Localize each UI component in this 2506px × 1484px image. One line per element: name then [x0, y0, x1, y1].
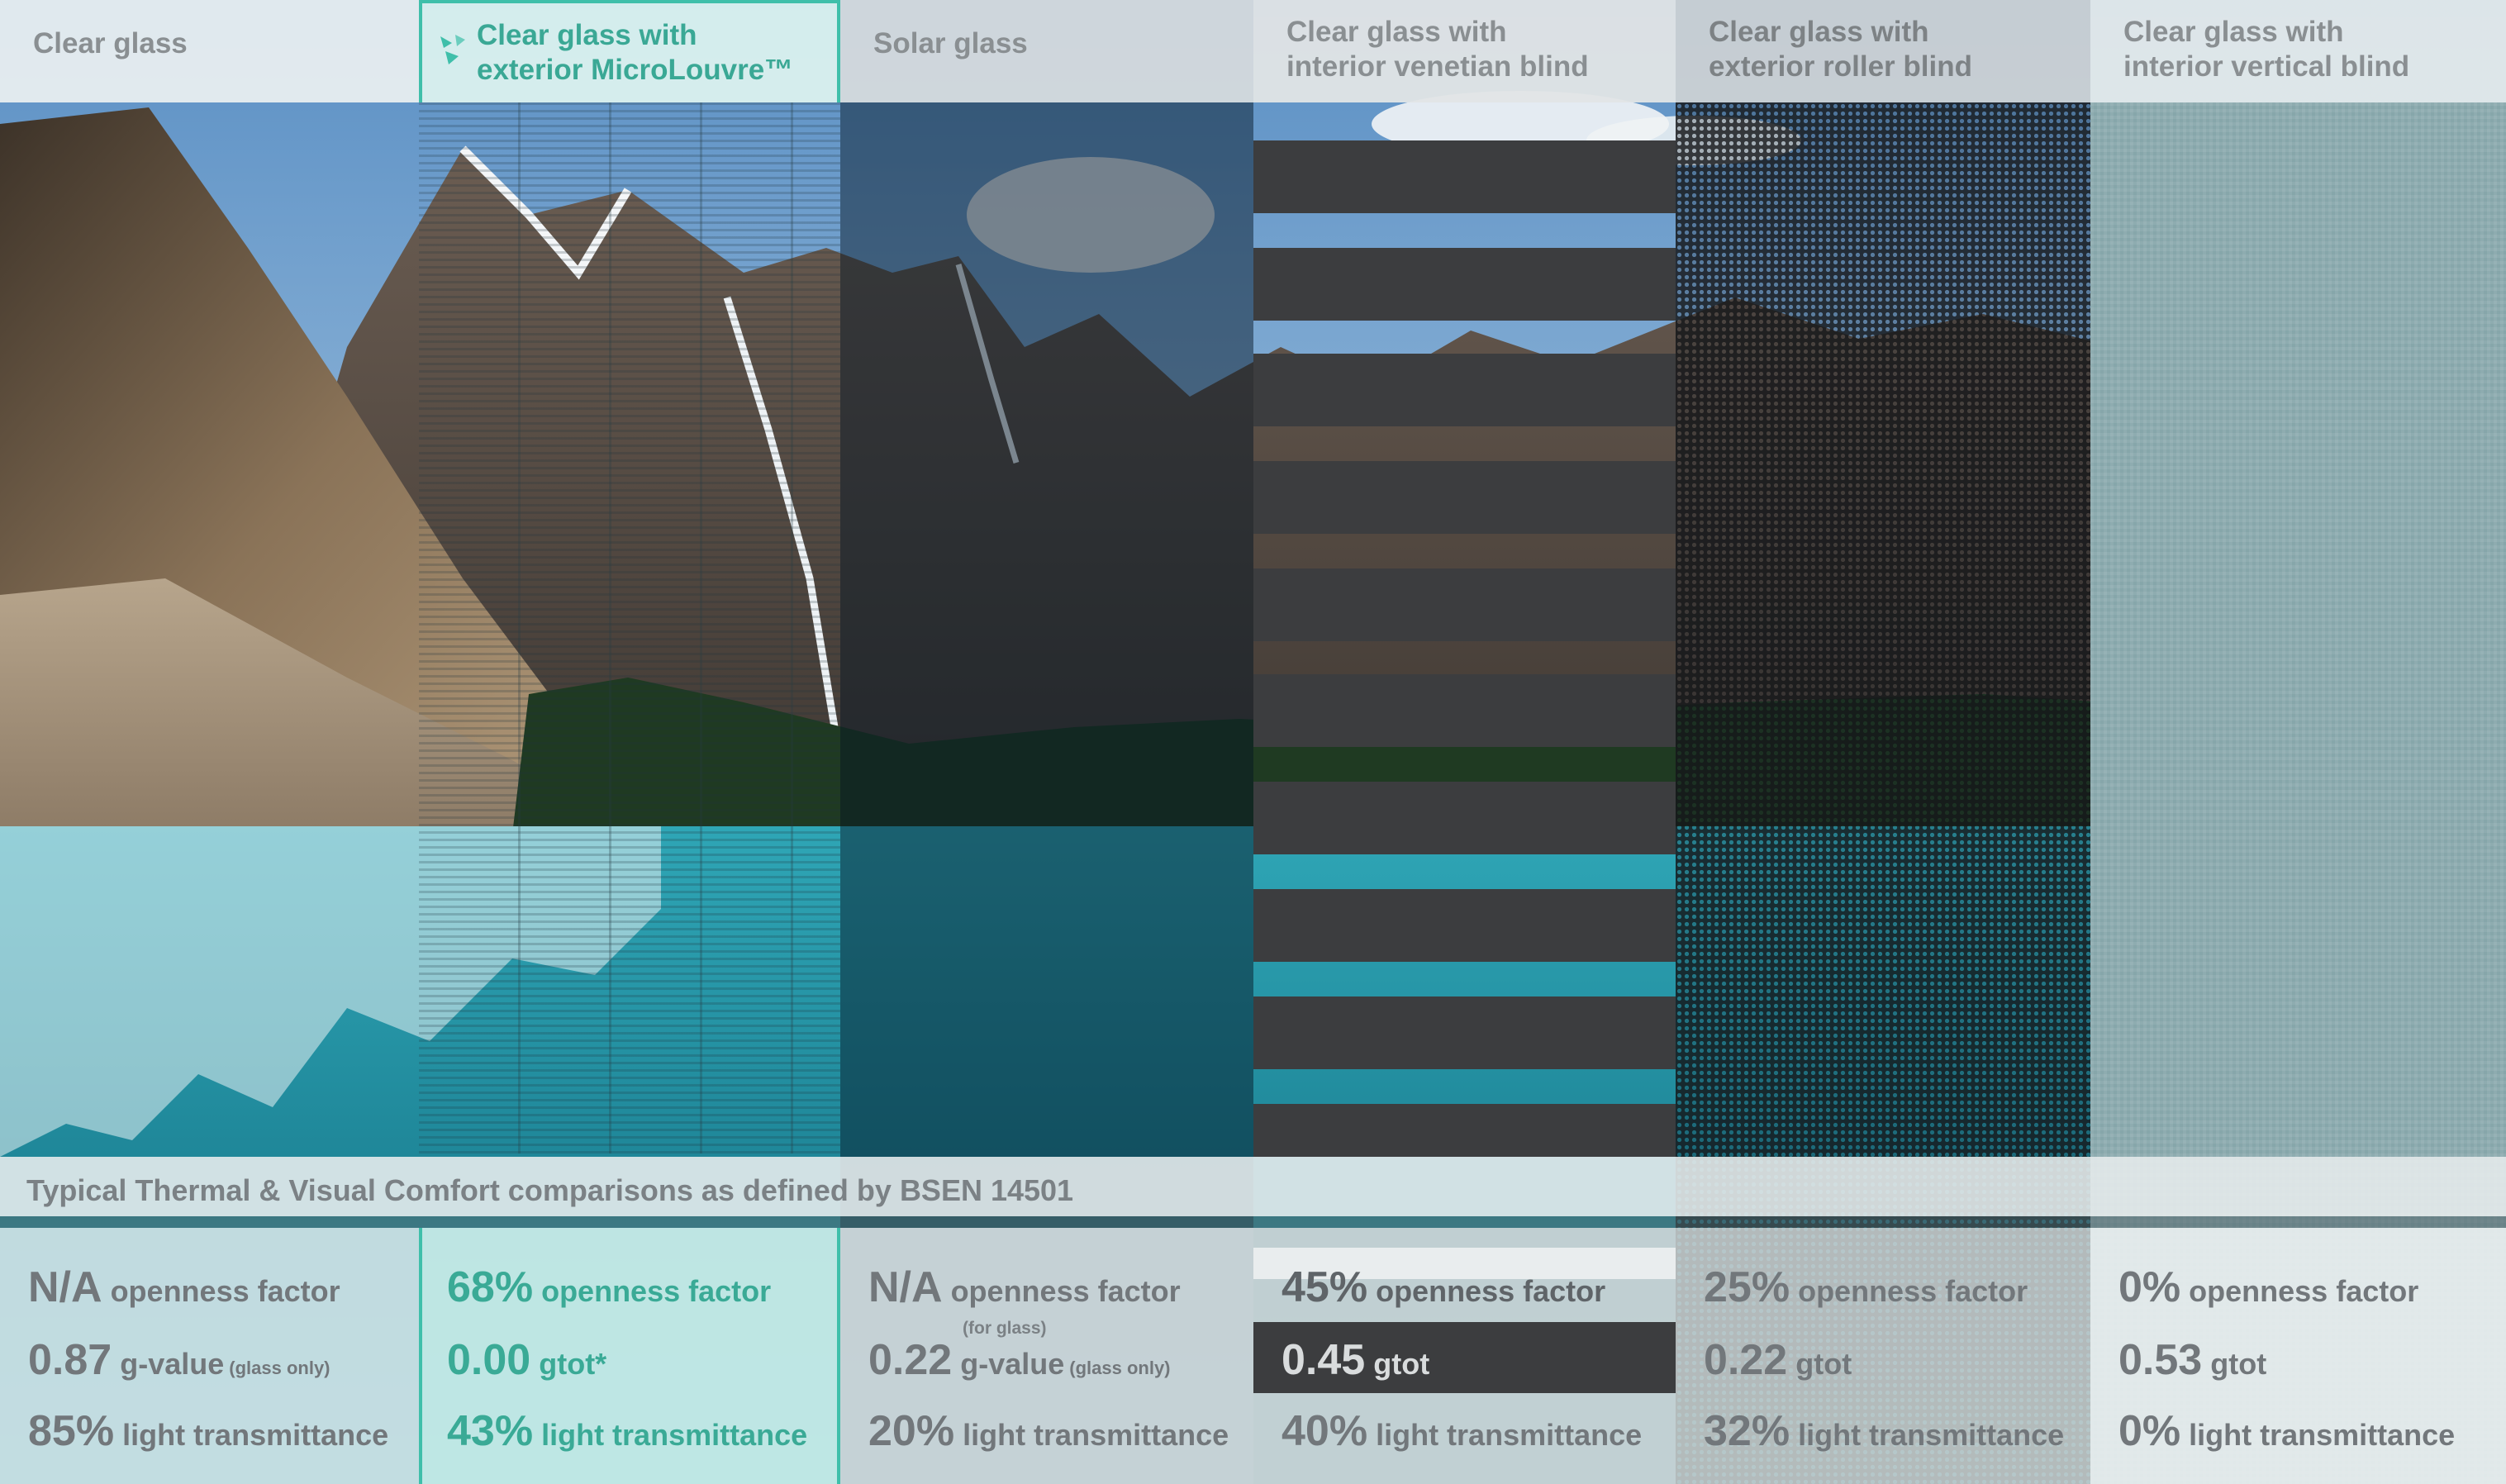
- panel-header: Clear glass with exterior roller blind: [1676, 0, 2090, 102]
- stat-light-transmittance: 85% light transmittance: [28, 1407, 389, 1455]
- panel-header: Clear glass: [0, 0, 419, 102]
- stat-gtot: 0.53 gtot: [2118, 1336, 2267, 1384]
- panel-vertical-blind: Clear glass with interior vertical blind…: [2090, 0, 2506, 1484]
- blind-slat: [1253, 461, 1676, 534]
- blind-slat: [1253, 996, 1676, 1069]
- panel-title-line-2: interior venetian blind: [1286, 50, 1589, 83]
- comparison-title: Typical Thermal & Visual Comfort compari…: [26, 1173, 1074, 1207]
- stat-light-transmittance: 43% light transmittance: [447, 1407, 808, 1455]
- stat-light-transmittance: 0% light transmittance: [2118, 1407, 2456, 1455]
- panel-clear-glass: Clear glass N/A openness factor 0.87 g-val…: [0, 0, 419, 1484]
- stat-light-transmittance: 40% light transmittance: [1282, 1407, 1643, 1455]
- panel-venetian-blind: Clear glass with interior venetian blind…: [1253, 0, 1676, 1484]
- microlouvre-mesh: [419, 102, 840, 1153]
- stat-openness: N/A openness factor: [28, 1263, 340, 1311]
- blind-slat: [1253, 140, 1676, 213]
- stat-openness: 45% openness factor: [1282, 1263, 1606, 1311]
- blind-slat: [1253, 568, 1676, 641]
- stat-g-value: 0.22 g-value (glass only): [868, 1336, 1171, 1384]
- panel-title-line-2: interior vertical blind: [2123, 50, 2410, 83]
- stat-gtot: 0.00 gtot*: [447, 1336, 607, 1384]
- stat-openness: 25% openness factor: [1704, 1263, 2028, 1311]
- comparison-graphic: Clear glass N/A openness factor 0.87 g-val…: [0, 0, 2506, 1484]
- stat-light-transmittance: 20% light transmittance: [868, 1407, 1229, 1455]
- panel-title-line-1: Clear glass with: [1709, 16, 1929, 48]
- blind-slat: [1253, 354, 1676, 426]
- panel-title-line-1: Clear glass with: [1286, 16, 1507, 48]
- band-divider: [0, 1216, 2506, 1228]
- stat-g-value: 0.87 g-value (glass only): [28, 1336, 330, 1384]
- blind-slat: [1253, 889, 1676, 962]
- panel-solar-glass: Solar glass N/A openness factor (for glas…: [840, 0, 1253, 1484]
- panel-microlouvre: Clear glass with exterior MicroLouvre™ 6…: [419, 0, 840, 1484]
- stat-openness: 68% openness factor: [447, 1263, 772, 1311]
- panel-header: Clear glass with exterior MicroLouvre™: [419, 0, 840, 102]
- blind-slat: [1253, 248, 1676, 321]
- panel-title-line-1: Clear glass with: [477, 19, 697, 51]
- microlouvre-logo-icon: [440, 35, 465, 64]
- blind-slat: [1253, 1104, 1676, 1157]
- panel-title: Solar glass: [873, 27, 1028, 59]
- panel-title: Clear glass: [33, 27, 188, 59]
- stat-openness: 0% openness factor: [2118, 1263, 2419, 1311]
- stat-gtot: 0.22 gtot: [1704, 1336, 1852, 1384]
- stat-gtot: 0.45 gtot: [1282, 1336, 1430, 1384]
- panel-title-line-2: exterior MicroLouvre™: [477, 54, 794, 86]
- panel-header: Clear glass with interior vertical blind: [2090, 0, 2506, 102]
- panel-title-line-1: Clear glass with: [2123, 16, 2344, 48]
- blind-slat: [1253, 782, 1676, 854]
- panel-header: Clear glass with interior venetian blind: [1253, 0, 1676, 102]
- panel-roller-blind: Clear glass with exterior roller blind 2…: [1676, 0, 2090, 1484]
- panel-title-line-2: exterior roller blind: [1709, 50, 1972, 83]
- stat-light-transmittance: 32% light transmittance: [1704, 1407, 2065, 1455]
- panel-header: Solar glass: [840, 0, 1253, 102]
- stat-openness: N/A openness factor: [868, 1263, 1181, 1311]
- blind-slat: [1253, 674, 1676, 747]
